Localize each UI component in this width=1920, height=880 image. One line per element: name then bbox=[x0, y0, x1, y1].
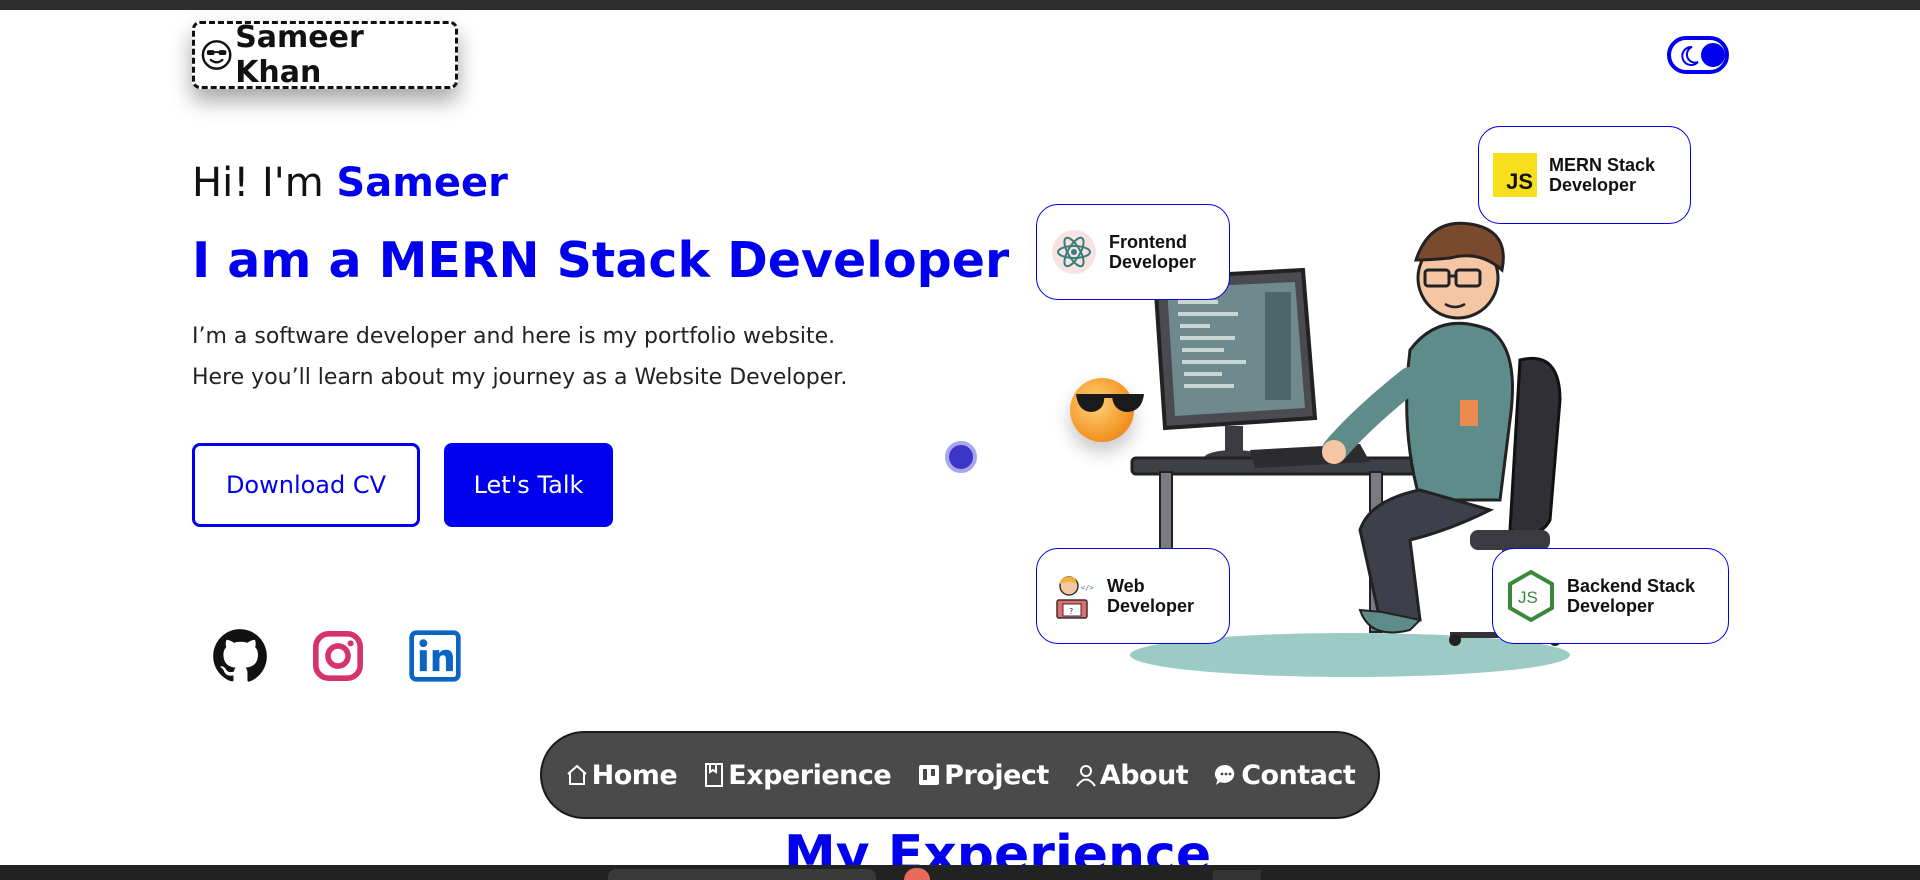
backend-badge-line2: Developer bbox=[1567, 596, 1655, 616]
sunglasses-icon bbox=[1076, 394, 1144, 412]
mern-badge-line2: Developer bbox=[1549, 175, 1637, 195]
nodejs-icon: JS bbox=[1508, 570, 1554, 622]
svg-text:JS: JS bbox=[1518, 588, 1538, 607]
chat-bubble-icon bbox=[1215, 764, 1235, 785]
nav-contact-label: Contact bbox=[1241, 759, 1356, 791]
toggle-knob bbox=[1701, 43, 1725, 67]
javascript-icon: JS bbox=[1493, 153, 1537, 197]
linkedin-icon[interactable] bbox=[407, 628, 463, 684]
user-icon bbox=[1075, 765, 1096, 787]
backend-badge-line1: Backend Stack bbox=[1567, 576, 1696, 596]
site-logo[interactable]: Sameer Khan bbox=[192, 20, 458, 90]
react-icon bbox=[1052, 230, 1096, 274]
frontend-developer-badge: Frontend Developer bbox=[1036, 204, 1230, 300]
developer-avatar-icon: ? </> bbox=[1056, 576, 1094, 619]
taskbar-app-icon[interactable] bbox=[904, 868, 930, 880]
lets-talk-button[interactable]: Let's Talk bbox=[444, 443, 613, 527]
github-icon[interactable] bbox=[212, 628, 268, 684]
nav-project[interactable]: Project bbox=[917, 760, 1049, 791]
nav-project-label: Project bbox=[944, 759, 1049, 791]
home-icon bbox=[566, 764, 587, 785]
web-badge-line2: Developer bbox=[1107, 596, 1195, 616]
web-badge-line1: Web bbox=[1107, 576, 1145, 596]
bottom-nav-dock: Home Experience Project About Contact bbox=[540, 731, 1380, 819]
nav-about[interactable]: About bbox=[1075, 759, 1189, 791]
intro-line-2: Here you’ll learn about my journey as a … bbox=[192, 365, 848, 390]
hero-headline: I am a MERN Stack Developer bbox=[192, 232, 1010, 289]
os-taskbar bbox=[0, 865, 1920, 880]
nav-experience-label: Experience bbox=[728, 759, 892, 791]
bookmark-page-icon bbox=[705, 763, 724, 787]
mern-badge-line1: MERN Stack bbox=[1549, 155, 1656, 175]
frontend-badge-line2: Developer bbox=[1109, 252, 1197, 272]
nav-home-label: Home bbox=[591, 759, 678, 791]
intro-line-1: I’m a software developer and here is my … bbox=[192, 324, 836, 349]
web-developer-badge: ? </> Web Developer bbox=[1036, 548, 1230, 644]
nav-about-label: About bbox=[1099, 759, 1189, 791]
nav-contact[interactable]: Contact bbox=[1214, 759, 1356, 791]
logo-text: Sameer Khan bbox=[235, 20, 364, 90]
moon-icon bbox=[1681, 45, 1699, 66]
greeting: Hi! I'm Sameer bbox=[192, 160, 508, 206]
mern-stack-developer-badge: JS MERN Stack Developer bbox=[1478, 126, 1691, 224]
browser-top-strip bbox=[0, 0, 1920, 10]
svg-text:</>: </> bbox=[1081, 584, 1094, 592]
frontend-badge-line1: Frontend bbox=[1109, 232, 1187, 252]
taskbar-app-icon[interactable] bbox=[1213, 870, 1261, 880]
nav-home[interactable]: Home bbox=[565, 760, 678, 791]
hero-intro: I’m a software developer and here is my … bbox=[192, 316, 932, 398]
download-cv-button[interactable]: Download CV bbox=[192, 443, 420, 527]
svg-text:?: ? bbox=[1069, 607, 1073, 616]
custom-cursor bbox=[945, 441, 977, 473]
instagram-icon[interactable] bbox=[310, 628, 366, 684]
backend-stack-developer-badge: JS Backend Stack Developer bbox=[1492, 548, 1729, 644]
smiling-face-with-sunglasses-icon bbox=[201, 40, 232, 70]
sunglasses-emoji-icon bbox=[1070, 378, 1144, 442]
greeting-prefix: Hi! I'm bbox=[192, 160, 337, 206]
taskbar-search[interactable] bbox=[608, 869, 876, 880]
greeting-name: Sameer bbox=[336, 160, 508, 206]
theme-toggle[interactable] bbox=[1667, 36, 1729, 74]
kanban-board-icon bbox=[919, 765, 940, 785]
nav-experience[interactable]: Experience bbox=[703, 759, 892, 791]
